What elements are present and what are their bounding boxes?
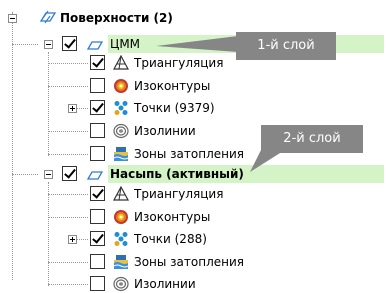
callout-first-layer: 1-й слой: [236, 32, 336, 60]
layer-tree: Поверхности (2) ЦММ Триангуляция Изоконт…: [0, 0, 386, 293]
callout-second-layer: 2-й слой: [261, 125, 363, 153]
